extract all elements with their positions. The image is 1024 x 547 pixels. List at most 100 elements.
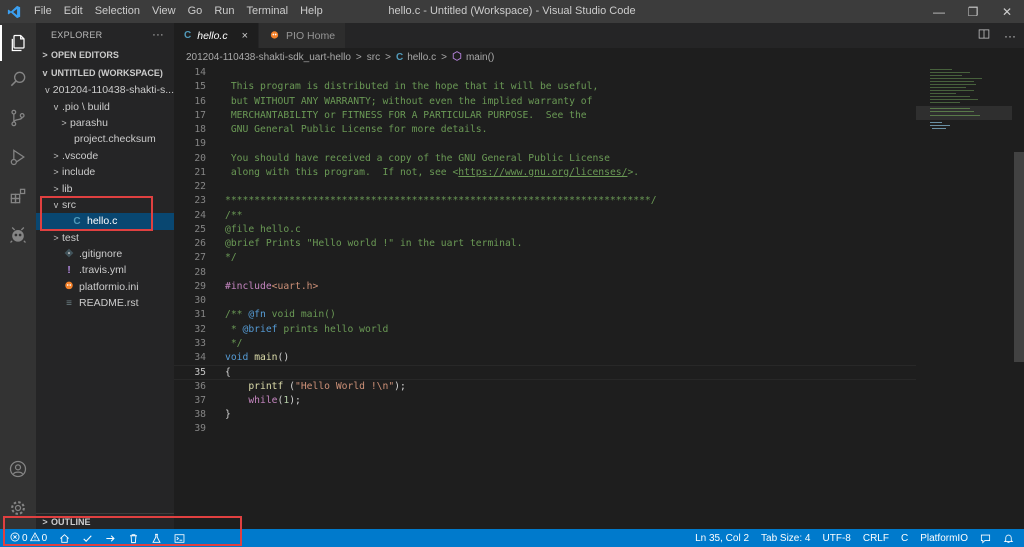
code-line[interactable]: 20 You should have received a copy of th… <box>174 152 916 166</box>
tree-item[interactable]: > parashu <box>36 115 174 131</box>
menu-item-edit[interactable]: Edit <box>58 0 89 23</box>
code-text: but WITHOUT ANY WARRANTY; without even t… <box>225 95 593 107</box>
code-editor[interactable]: 14 15 This program is distributed in the … <box>174 66 916 529</box>
line-number: 17 <box>194 109 206 121</box>
notifications-bell-icon[interactable] <box>997 529 1024 547</box>
cursor-position[interactable]: Ln 35, Col 2 <box>689 529 755 547</box>
pio-home-button[interactable] <box>53 529 76 547</box>
minimap[interactable] <box>916 66 1012 529</box>
source-control-icon[interactable] <box>0 100 36 136</box>
tab-hello-c[interactable]: C hello.c × <box>174 23 260 48</box>
code-line[interactable]: 15 This program is distributed in the ho… <box>174 80 916 94</box>
tree-item[interactable]: platformio.ini <box>36 279 174 295</box>
code-line[interactable]: 28 <box>174 266 916 280</box>
menu-item-go[interactable]: Go <box>182 0 209 23</box>
tree-item[interactable]: project.checksum <box>36 131 174 147</box>
breadcrumb-file[interactable]: hello.c <box>407 52 436 63</box>
code-line[interactable]: 31 /** @fn void main() <box>174 308 916 322</box>
code-line[interactable]: 24 /** <box>174 209 916 223</box>
code-line[interactable]: 38} <box>174 408 916 422</box>
menu-item-view[interactable]: View <box>146 0 182 23</box>
menu-item-file[interactable]: File <box>28 0 58 23</box>
run-debug-icon[interactable] <box>0 139 36 175</box>
line-ending[interactable]: CRLF <box>857 529 895 547</box>
code-line[interactable]: 33 */ <box>174 337 916 351</box>
code-line[interactable]: 22 <box>174 180 916 194</box>
feedback-icon[interactable] <box>974 529 997 547</box>
workspace-label: UNTITLED (WORKSPACE) <box>51 68 163 78</box>
tree-item[interactable]: v .pio \ build <box>36 98 174 114</box>
close-icon[interactable]: × <box>242 30 248 42</box>
code-line[interactable]: 27 */ <box>174 251 916 265</box>
explorer-icon[interactable] <box>0 25 36 61</box>
outline-section[interactable]: > OUTLINE <box>36 513 174 529</box>
code-line[interactable]: 18 GNU General Public License for more d… <box>174 123 916 137</box>
vertical-scrollbar[interactable] <box>1012 66 1024 529</box>
more-actions-icon[interactable]: ··· <box>1004 29 1016 43</box>
text-file-icon: ≡ <box>66 297 72 309</box>
code-line[interactable]: 29 #include<uart.h> <box>174 280 916 294</box>
code-line[interactable]: 34 void main() <box>174 351 916 365</box>
extensions-icon[interactable] <box>0 178 36 214</box>
code-line[interactable]: 16 but WITHOUT ANY WARRANTY; without eve… <box>174 95 916 109</box>
pio-test-button[interactable] <box>145 529 168 547</box>
platformio-icon[interactable] <box>0 217 36 253</box>
menu-item-help[interactable]: Help <box>294 0 329 23</box>
workspace-section[interactable]: v UNTITLED (WORKSPACE) <box>36 65 174 81</box>
code-line[interactable]: 39 <box>174 422 916 436</box>
split-editor-icon[interactable] <box>978 28 990 43</box>
scrollbar-thumb[interactable] <box>1014 152 1024 362</box>
tree-item[interactable]: ! .travis.yml <box>36 262 174 278</box>
manage-gear-icon[interactable] <box>0 490 36 526</box>
code-line[interactable]: 17 MERCHANTABILITY or FITNESS FOR A PART… <box>174 109 916 123</box>
code-line[interactable]: 26 @brief Prints "Hello world !" in the u… <box>174 237 916 251</box>
pio-clean-button[interactable] <box>122 529 145 547</box>
encoding[interactable]: UTF-8 <box>817 529 857 547</box>
breadcrumb-folder[interactable]: 201204-110438-shakti-sdk_uart-hello <box>186 52 351 63</box>
tab-pio-home[interactable]: PIO Home <box>259 23 347 48</box>
tree-item[interactable]: ≡ README.rst <box>36 295 174 311</box>
code-line[interactable]: 23 **************************************… <box>174 194 916 208</box>
close-window-button[interactable]: ✕ <box>990 0 1024 23</box>
more-actions-icon[interactable]: ··· <box>152 29 164 41</box>
language-mode[interactable]: C <box>895 529 914 547</box>
code-line[interactable]: 21 along with this program. If not, see … <box>174 166 916 180</box>
search-icon[interactable] <box>0 61 36 97</box>
menu-item-run[interactable]: Run <box>208 0 240 23</box>
breadcrumb-symbol[interactable]: main() <box>466 52 494 63</box>
pio-upload-button[interactable] <box>99 529 122 547</box>
tree-item[interactable]: Chello.c <box>36 213 174 230</box>
pio-terminal-button[interactable] <box>168 529 191 547</box>
menu-item-selection[interactable]: Selection <box>89 0 146 23</box>
problems-indicator[interactable]: 0 0 <box>0 529 53 547</box>
menu-item-terminal[interactable]: Terminal <box>241 0 295 23</box>
tree-item[interactable]: > .vscode <box>36 148 174 164</box>
platformio-status[interactable]: PlatformIO <box>914 529 974 547</box>
tree-item[interactable]: > lib <box>36 180 174 196</box>
check-icon <box>83 534 92 542</box>
breadcrumb-src[interactable]: src <box>367 52 380 63</box>
code-line[interactable]: 35 { <box>174 365 916 380</box>
pio-build-button[interactable] <box>76 529 99 547</box>
code-text: } <box>225 409 231 420</box>
tree-item[interactable]: v src <box>36 197 174 213</box>
accounts-icon[interactable] <box>0 451 36 487</box>
tree-item[interactable]: v 201204-110438-shakti-s... <box>36 82 174 98</box>
code-line[interactable]: 19 <box>174 137 916 151</box>
code-line[interactable]: 25 @file hello.c <box>174 223 916 237</box>
symbol-method-icon <box>452 50 462 64</box>
code-line[interactable]: 32 * @brief prints hello world <box>174 323 916 337</box>
tree-item[interactable]: > test <box>36 230 174 246</box>
open-editors-section[interactable]: > OPEN EDITORS <box>36 47 174 63</box>
tree-item[interactable]: .gitignore <box>36 246 174 262</box>
minimize-button[interactable]: — <box>922 0 956 23</box>
code-line[interactable]: 14 <box>174 66 916 80</box>
tab-size[interactable]: Tab Size: 4 <box>755 529 816 547</box>
tree-item[interactable]: > include <box>36 164 174 180</box>
restore-button[interactable]: ❐ <box>956 0 990 23</box>
code-line[interactable]: 37 while(1); <box>174 394 916 408</box>
code-line[interactable]: 30 <box>174 294 916 308</box>
sidebar-title: EXPLORER <box>51 30 103 40</box>
code-line[interactable]: 36 printf ("Hello World !\n"); <box>174 380 916 394</box>
